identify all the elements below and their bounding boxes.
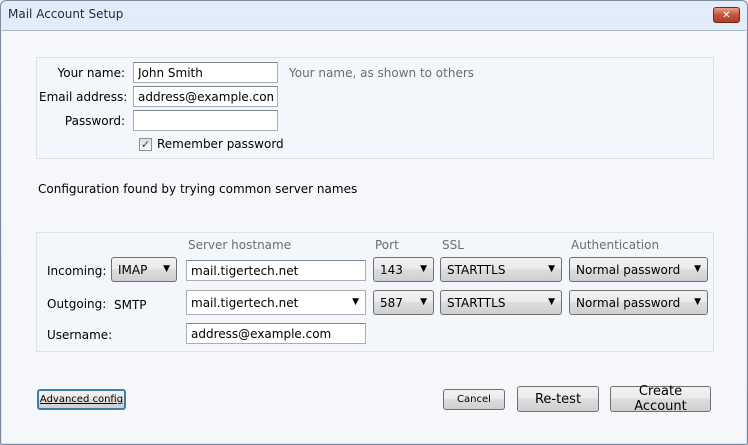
cancel-label: Cancel — [457, 394, 491, 405]
email-address-input[interactable] — [133, 86, 278, 107]
mail-account-setup-window: Mail Account Setup ✕ Your name: Your nam… — [0, 0, 748, 445]
incoming-port-select[interactable]: 143 ▼ — [373, 257, 434, 282]
retest-label: Re-test — [534, 391, 582, 407]
remember-password-label[interactable]: Remember password — [157, 137, 284, 151]
retest-button[interactable]: Re-test — [517, 386, 599, 412]
close-icon: ✕ — [722, 9, 731, 21]
username-input[interactable] — [186, 323, 366, 344]
incoming-auth-select[interactable]: Normal password ▼ — [569, 257, 708, 282]
window-title: Mail Account Setup — [8, 7, 124, 21]
outgoing-label: Outgoing: — [47, 297, 107, 311]
outgoing-hostname-value: mail.tigertech.net — [191, 296, 299, 310]
incoming-protocol-value: IMAP — [118, 263, 148, 277]
password-input[interactable] — [133, 110, 278, 131]
server-settings-group: Server hostname Port SSL Authentication … — [36, 232, 714, 352]
incoming-ssl-value: STARTTLS — [447, 263, 506, 277]
outgoing-port-value: 587 — [380, 296, 403, 310]
chevron-down-icon: ▼ — [548, 264, 555, 274]
your-name-hint: Your name, as shown to others — [289, 66, 475, 80]
outgoing-hostname-select[interactable]: mail.tigertech.net ▼ — [186, 290, 366, 315]
remember-password-checkbox[interactable]: ✓ — [139, 138, 152, 151]
chevron-down-icon: ▼ — [694, 297, 701, 307]
chevron-down-icon: ▼ — [352, 297, 359, 307]
chevron-down-icon: ▼ — [548, 297, 555, 307]
outgoing-ssl-value: STARTTLS — [447, 296, 506, 310]
incoming-port-value: 143 — [380, 263, 403, 277]
incoming-auth-value: Normal password — [576, 263, 681, 277]
email-address-label: Email address: — [39, 90, 128, 104]
outgoing-ssl-select[interactable]: STARTTLS ▼ — [440, 290, 562, 315]
server-hostname-header: Server hostname — [188, 238, 292, 252]
create-account-label: Create Account — [634, 384, 687, 414]
cancel-button[interactable]: Cancel — [443, 389, 505, 410]
outgoing-port-select[interactable]: 587 ▼ — [373, 290, 434, 315]
chevron-down-icon: ▼ — [420, 297, 427, 307]
your-name-label: Your name: — [57, 66, 125, 80]
outgoing-auth-select[interactable]: Normal password ▼ — [569, 290, 708, 315]
password-label: Password: — [64, 114, 125, 128]
port-header: Port — [375, 238, 399, 252]
incoming-hostname-input[interactable] — [186, 260, 366, 281]
create-account-button[interactable]: Create Account — [610, 384, 711, 414]
chevron-down-icon: ▼ — [694, 264, 701, 274]
incoming-ssl-select[interactable]: STARTTLS ▼ — [440, 257, 562, 282]
status-message: Configuration found by trying common ser… — [38, 182, 358, 196]
outgoing-auth-value: Normal password — [576, 296, 681, 310]
authentication-header: Authentication — [571, 238, 660, 252]
close-button[interactable]: ✕ — [713, 7, 740, 23]
incoming-protocol-select[interactable]: IMAP ▼ — [111, 257, 177, 282]
advanced-config-button[interactable]: Advanced config — [37, 389, 126, 410]
your-name-input[interactable] — [133, 62, 278, 83]
chevron-down-icon: ▼ — [163, 264, 170, 274]
ssl-header: SSL — [442, 238, 464, 252]
dialog-content: Your name: Your name, as shown to others… — [2, 30, 746, 443]
outgoing-protocol: SMTP — [114, 298, 147, 312]
chevron-down-icon: ▼ — [420, 264, 427, 274]
title-bar[interactable]: Mail Account Setup ✕ — [1, 1, 747, 30]
identity-group: Your name: Your name, as shown to others… — [36, 57, 714, 159]
username-label: Username: — [47, 328, 113, 342]
incoming-label: Incoming: — [47, 264, 107, 278]
advanced-config-label: Advanced config — [39, 394, 124, 405]
